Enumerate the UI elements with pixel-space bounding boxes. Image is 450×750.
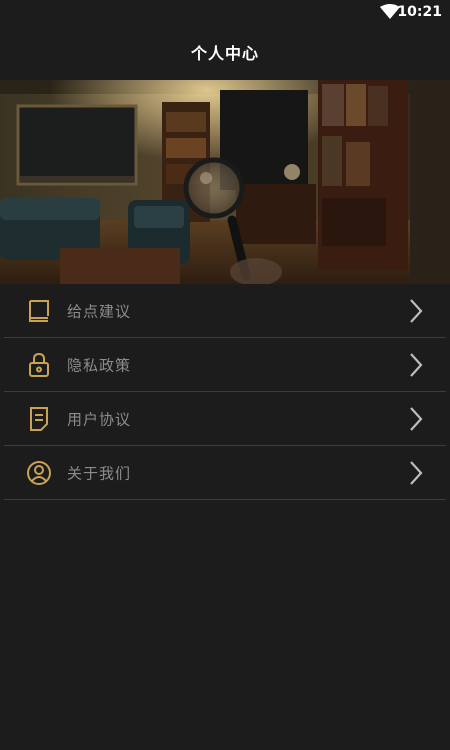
- settings-menu: 给点建议 隐私政策 用户协议 关于我们: [0, 284, 450, 500]
- menu-item-about-us[interactable]: 关于我们: [4, 446, 446, 500]
- chevron-right-icon: [410, 298, 423, 323]
- document-icon: [30, 406, 48, 431]
- page-title: 个人中心: [190, 44, 259, 63]
- menu-item-feedback[interactable]: 给点建议: [4, 284, 446, 338]
- menu-item-label: 隐私政策: [67, 356, 132, 374]
- menu-item-label: 给点建议: [67, 302, 132, 320]
- status-time: 10:21: [397, 4, 442, 20]
- menu-item-privacy[interactable]: 隐私政策: [4, 338, 446, 392]
- user-circle-icon: [27, 460, 51, 485]
- chevron-right-icon: [410, 406, 423, 431]
- feedback-icon: [29, 299, 49, 322]
- chevron-right-icon: [410, 352, 423, 377]
- status-bar: 10:21: [0, 0, 450, 24]
- study-room-illustration: [0, 80, 450, 284]
- banner-image: [0, 80, 450, 284]
- menu-item-label: 关于我们: [67, 464, 132, 482]
- profile-screen: 10:21 个人中心 给点建议 隐私政策 用户协议 关于我们: [0, 0, 450, 750]
- chevron-right-icon: [410, 460, 423, 485]
- menu-item-user-agreement[interactable]: 用户协议: [4, 392, 446, 446]
- lock-icon: [29, 352, 49, 377]
- app-bar: 个人中心: [0, 24, 450, 80]
- menu-item-label: 用户协议: [67, 410, 132, 428]
